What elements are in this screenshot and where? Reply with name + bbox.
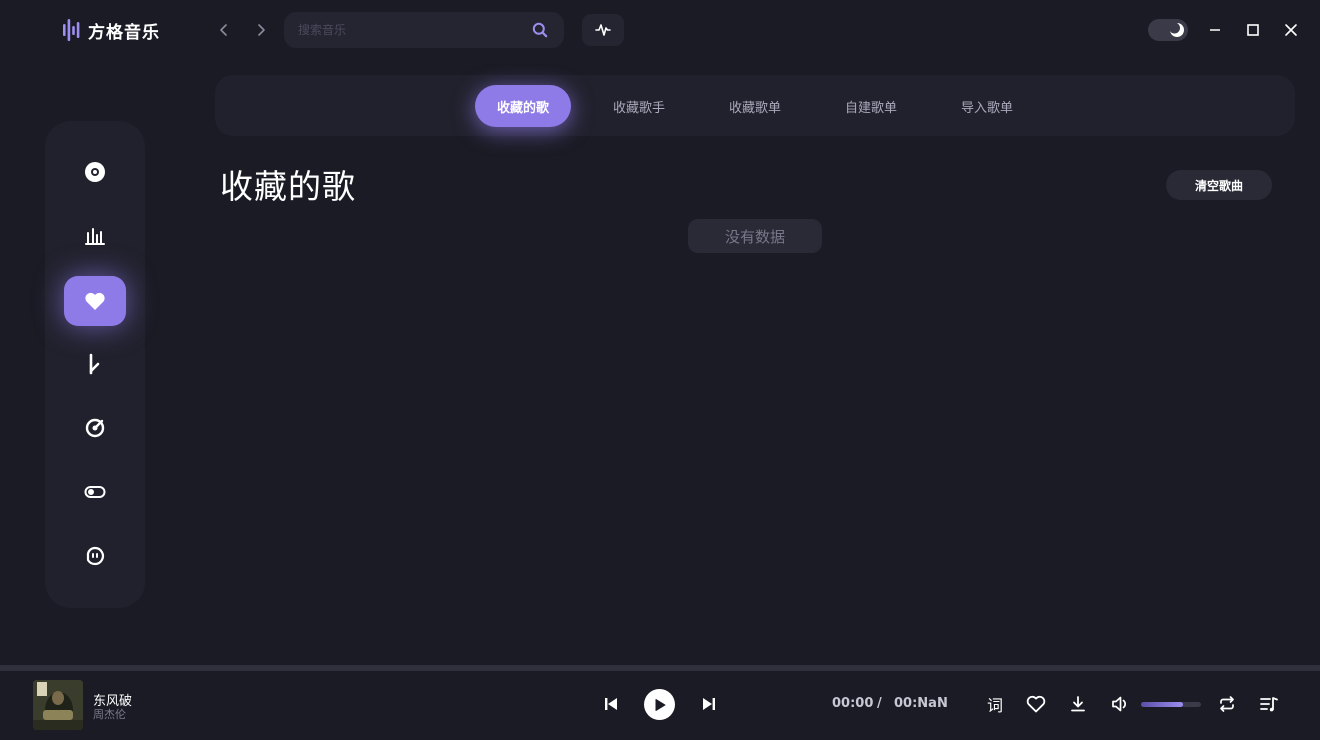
sidebar-item-settings[interactable]: [64, 467, 126, 517]
tab-favorite-songs[interactable]: 收藏的歌: [475, 85, 571, 127]
theme-toggle[interactable]: [1148, 19, 1188, 41]
app-logo: 方格音乐: [62, 17, 160, 43]
search-box: [284, 12, 564, 48]
sidebar-item-recent[interactable]: [64, 339, 126, 389]
tab-import-playlists[interactable]: 导入歌单: [939, 85, 1035, 127]
volume-slider[interactable]: [1141, 702, 1201, 707]
minimize-icon: [1210, 29, 1220, 31]
download-button[interactable]: [1067, 693, 1089, 715]
heart-icon: [85, 292, 105, 310]
chevron-right-icon: [258, 24, 265, 36]
current-time: 00:00: [832, 696, 874, 711]
back-button[interactable]: [212, 18, 236, 42]
tab-custom-playlists[interactable]: 自建歌单: [823, 85, 919, 127]
search-icon[interactable]: [530, 20, 550, 40]
search-input[interactable]: [298, 23, 530, 37]
repeat-button[interactable]: [1216, 693, 1238, 715]
next-button[interactable]: [698, 693, 720, 715]
play-icon: [655, 698, 665, 711]
waveform-icon: [595, 24, 611, 36]
volume-level: [1141, 702, 1183, 707]
tab-bar: 收藏的歌 收藏歌手 收藏歌单 自建歌单 导入歌单: [215, 75, 1295, 136]
disc-icon: [85, 162, 105, 182]
time-separator: /: [877, 696, 882, 711]
heart-outline-icon: [1026, 695, 1046, 713]
playlist-icon: [1260, 697, 1278, 712]
empty-state: 没有数据: [688, 219, 822, 253]
song-artist[interactable]: 周杰伦: [93, 706, 126, 722]
close-icon: [1285, 24, 1297, 36]
sidebar-item-charts[interactable]: [64, 211, 126, 261]
speaker-icon: [1112, 696, 1126, 712]
player-bar: 东风破 周杰伦 00:00 / 00:NaN 词: [0, 671, 1320, 740]
toggle-icon: [84, 486, 106, 498]
album-cover[interactable]: [33, 680, 83, 730]
tab-favorite-playlists[interactable]: 收藏歌单: [707, 85, 803, 127]
minimize-button[interactable]: [1205, 20, 1225, 40]
total-time: 00:NaN: [894, 696, 948, 711]
skip-next-icon: [703, 698, 715, 710]
volume-button[interactable]: [1109, 693, 1131, 715]
page-title: 收藏的歌: [220, 167, 356, 206]
sidebar-item-favorites[interactable]: [64, 276, 126, 326]
bar-chart-icon: [85, 228, 105, 245]
face-icon: [86, 546, 104, 566]
clear-songs-button[interactable]: 清空歌曲: [1166, 170, 1272, 200]
app-window: 方格音乐 搜索音乐 收藏的歌 收藏歌手 收藏歌单 自建歌单 导入歌单 收藏的歌 …: [0, 0, 1320, 740]
play-button[interactable]: [644, 689, 675, 720]
download-icon: [1071, 696, 1085, 712]
playlist-button[interactable]: [1258, 693, 1280, 715]
chevron-left-icon: [220, 24, 227, 36]
app-name: 方格音乐: [88, 22, 160, 43]
skip-previous-icon: [605, 698, 617, 710]
close-button[interactable]: [1281, 20, 1301, 40]
previous-button[interactable]: [600, 693, 622, 715]
logo-icon: [62, 17, 82, 43]
repeat-icon: [1220, 696, 1234, 712]
like-button[interactable]: [1025, 693, 1047, 715]
radar-icon: [85, 418, 105, 438]
sidebar: [45, 121, 145, 608]
maximize-icon: [1247, 24, 1259, 36]
moon-icon: [1169, 22, 1185, 38]
maximize-button[interactable]: [1243, 20, 1263, 40]
forward-button[interactable]: [249, 18, 273, 42]
sidebar-item-radar[interactable]: [64, 403, 126, 453]
audio-wave-button[interactable]: [582, 14, 624, 46]
sidebar-item-about[interactable]: [64, 531, 126, 581]
music-note-icon: [89, 353, 100, 375]
tab-favorite-singers[interactable]: 收藏歌手: [591, 85, 687, 127]
lyrics-button[interactable]: 词: [984, 693, 1006, 715]
sidebar-item-discover[interactable]: [64, 147, 126, 197]
